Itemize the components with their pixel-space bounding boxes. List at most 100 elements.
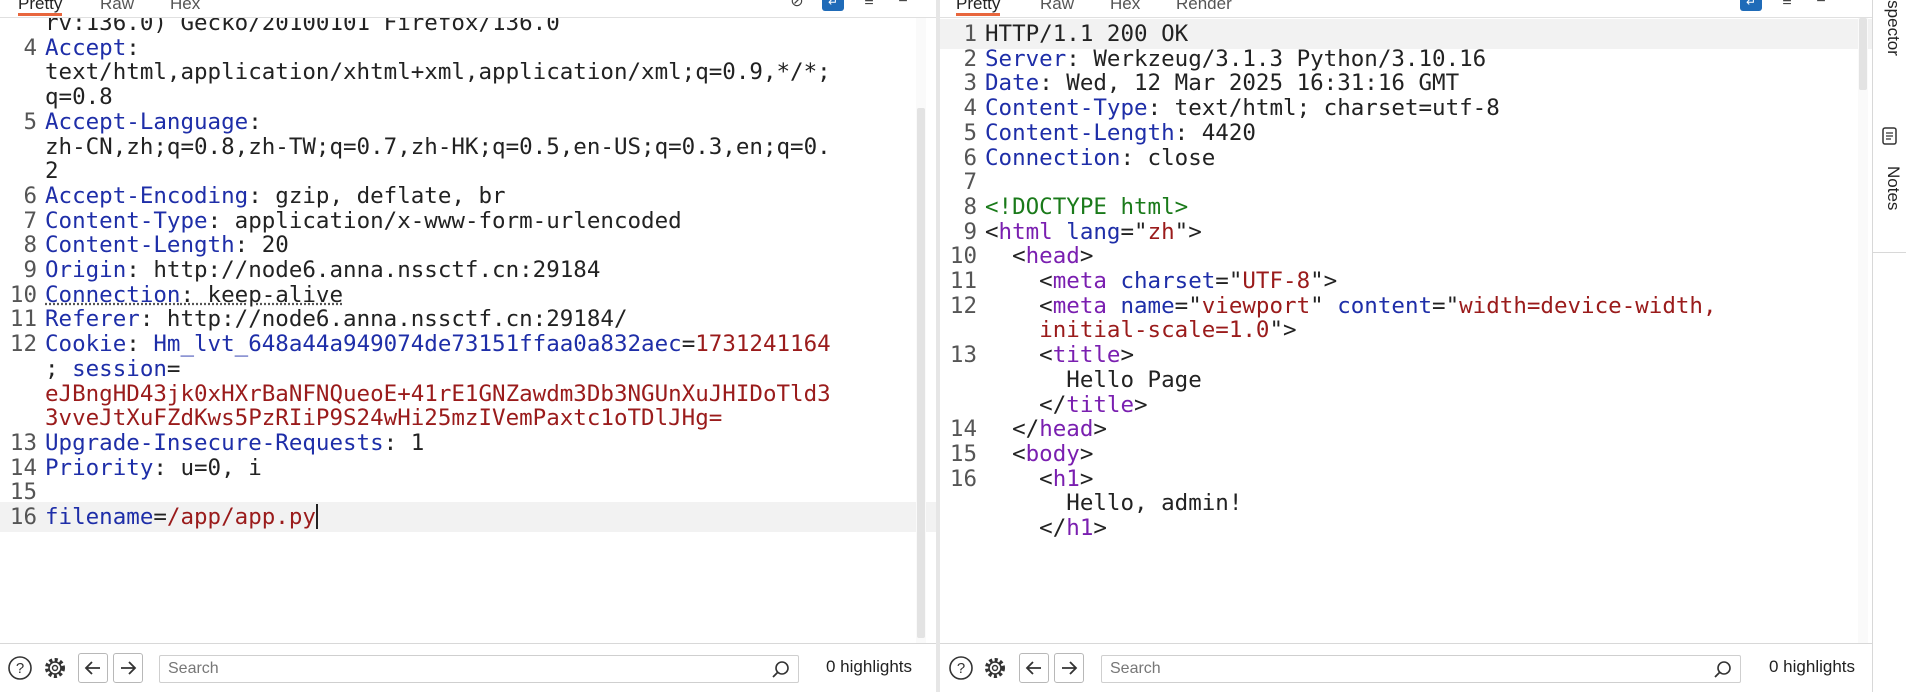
code-token: =" xyxy=(1432,292,1460,319)
code-token: =" xyxy=(1215,268,1243,294)
code-token: Connection xyxy=(985,144,1121,171)
code-token: "> xyxy=(1310,268,1338,294)
code-token: name xyxy=(1120,292,1175,319)
code-token: : xyxy=(126,331,154,358)
next-match-button[interactable] xyxy=(113,653,143,683)
code-token: body xyxy=(1025,440,1080,467)
code-token: h1 xyxy=(1066,515,1094,541)
search-icon[interactable] xyxy=(1712,659,1734,681)
code-token: meta xyxy=(1052,292,1107,319)
help-icon[interactable]: ? xyxy=(5,653,35,683)
code-token: : xyxy=(248,108,262,135)
inspector-tab[interactable]: Inspector xyxy=(1883,0,1903,56)
code-token: Content-Type xyxy=(985,95,1148,122)
tab-response-hex[interactable]: Hex xyxy=(1110,0,1140,16)
code-token: Upgrade-Insecure-Requests xyxy=(45,429,384,456)
help-icon[interactable]: ? xyxy=(946,653,976,683)
wrap-lines-icon[interactable]: ↵ xyxy=(1740,0,1762,11)
menu-icon[interactable]: − xyxy=(892,0,914,11)
actions-icon[interactable]: ≡ xyxy=(858,0,880,11)
code-text: rv:136.0) Gecko/20100101 Firefox/136.0 xyxy=(45,18,560,38)
tab-request-hex[interactable]: Hex xyxy=(170,0,200,16)
code-token: zh xyxy=(1147,218,1175,245)
hide-nonprintable-icon[interactable]: ⊘ xyxy=(786,0,808,11)
code-token: 1731241164 xyxy=(695,331,831,358)
code-token: = xyxy=(166,355,181,382)
code-token: ; xyxy=(45,355,73,382)
code-token: "> xyxy=(1269,317,1297,344)
code-token: : keep-alive xyxy=(180,281,344,308)
previous-match-button[interactable] xyxy=(78,653,108,683)
response-editor[interactable]: </h1> Hello, admin! 16 <h1> 15 <body> 14 </… xyxy=(940,18,1872,643)
tab-response-pretty[interactable]: Pretty xyxy=(956,0,1001,16)
code-token: : gzip, deflate, br xyxy=(248,182,506,209)
request-search-box[interactable] xyxy=(159,655,799,683)
response-scrollbar[interactable] xyxy=(1858,18,1868,643)
code-token: =" xyxy=(1174,292,1202,319)
side-panel-strip: Inspector Notes xyxy=(1872,0,1906,692)
code-token: Content-Length xyxy=(45,232,235,259)
code-token: Date xyxy=(985,70,1040,97)
settings-gear-icon[interactable] xyxy=(980,653,1010,683)
code-token: : close xyxy=(1120,144,1216,171)
wrap-lines-icon[interactable]: ↵ xyxy=(822,0,844,11)
code-token: viewport xyxy=(1201,292,1311,319)
code-token: < xyxy=(985,218,999,245)
arrow-right-icon xyxy=(1062,661,1078,675)
code-token: UTF-8 xyxy=(1242,268,1311,294)
notes-icon[interactable] xyxy=(1881,126,1899,146)
notes-tab[interactable]: Notes xyxy=(1883,166,1903,210)
tab-response-render[interactable]: Render xyxy=(1176,0,1232,16)
response-search-box[interactable] xyxy=(1101,655,1741,683)
line-number: 1 xyxy=(963,21,977,47)
code-token: title xyxy=(1066,391,1135,418)
code-token: rv:136.0) Gecko/20100101 Firefox/136.0 xyxy=(45,18,560,36)
code-token: : 4420 xyxy=(1174,119,1256,146)
code-token: : Wed, 12 Mar 2025 16:31:16 GMT xyxy=(1039,70,1460,97)
request-scrollbar[interactable] xyxy=(916,18,926,643)
code-token: session xyxy=(72,355,167,382)
response-scrollbar-thumb[interactable] xyxy=(1859,18,1867,90)
code-token: Hello, admin! xyxy=(985,490,1243,517)
code-token: </ xyxy=(985,515,1067,541)
code-token: =" xyxy=(1120,218,1148,245)
search-icon[interactable] xyxy=(770,659,792,681)
svg-text:?: ? xyxy=(16,660,24,677)
tab-response-raw[interactable]: Raw xyxy=(1040,0,1074,16)
response-search-input[interactable] xyxy=(1110,659,1653,679)
previous-match-button[interactable] xyxy=(1019,653,1049,683)
code-token: q=0.8 xyxy=(45,84,113,111)
request-scrollbar-thumb[interactable] xyxy=(917,108,925,638)
settings-gear-icon[interactable] xyxy=(40,653,70,683)
request-editor[interactable]: 16 filename=/app/app.py 15 14 Priority: u=0,… xyxy=(0,18,936,643)
code-token: : http://node6.anna.nssctf.cn:29184/ xyxy=(139,306,628,333)
code-token: : Werkzeug/3.1.3 Python/3.10.16 xyxy=(1066,45,1487,72)
request-pane: Pretty Raw Hex ⊘ ↵ ≡ − 16 filename=/app/a… xyxy=(0,0,936,692)
code-token: > xyxy=(1093,416,1107,443)
code-token: Referer xyxy=(45,306,140,333)
response-tabbar: Pretty Raw Hex Render ↵ ≡ − xyxy=(940,0,1872,18)
code-token: title xyxy=(1052,342,1121,369)
tab-request-raw[interactable]: Raw xyxy=(100,0,134,16)
code-token: > xyxy=(1134,391,1148,418)
tab-request-pretty[interactable]: Pretty xyxy=(18,0,63,16)
response-bottom-bar: ? 0 highlights xyxy=(940,643,1872,692)
actions-icon[interactable]: ≡ xyxy=(1776,0,1798,11)
code-token: < xyxy=(985,243,1026,270)
code-token: text/html,application/xhtml+xml,applicat… xyxy=(45,59,831,86)
svg-text:?: ? xyxy=(957,660,965,677)
request-highlights-count: 0 highlights xyxy=(826,657,913,676)
request-search-input[interactable] xyxy=(168,659,711,679)
menu-icon[interactable]: − xyxy=(1810,0,1832,11)
code-token: 2 xyxy=(45,158,59,185)
code-token: > xyxy=(1093,515,1107,541)
code-token: : http://node6.anna.nssctf.cn:29184 xyxy=(126,257,601,283)
next-match-button[interactable] xyxy=(1054,653,1084,683)
response-highlights-count: 0 highlights xyxy=(1769,657,1856,676)
code-token: : u=0, i xyxy=(153,454,262,481)
code-token: "> xyxy=(1174,218,1202,245)
code-token: > xyxy=(1079,440,1094,467)
